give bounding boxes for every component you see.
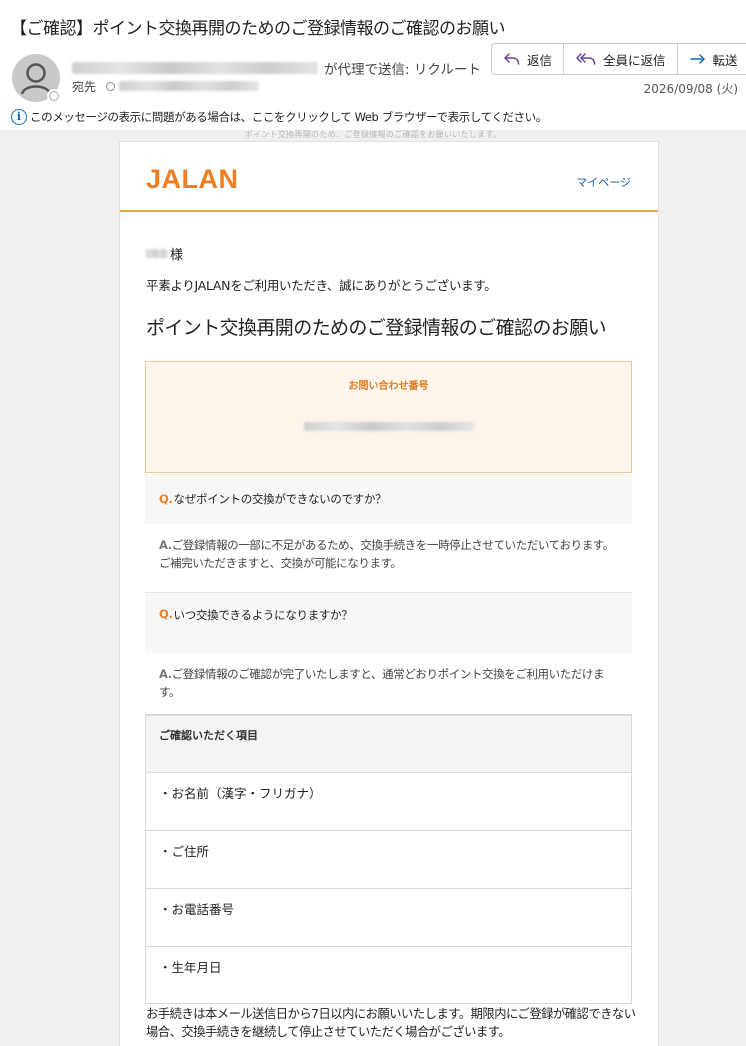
confirmation-item-row: ・お電話番号 xyxy=(146,889,631,947)
answer-mark-label: A. xyxy=(159,538,172,552)
reply-button[interactable]: 返信 xyxy=(492,44,565,74)
inquiry-number-label: お問い合わせ番号 xyxy=(348,381,429,392)
faq-item: Q. なぜポイントの交換ができないのですか？ A.ご登録情報の一部に不足があるた… xyxy=(145,474,632,592)
page-title: ポイント交換再開のためのご登録情報のご確認のお願い xyxy=(146,317,607,339)
reply-label: 返信 xyxy=(527,52,553,68)
faq-question-text: いつ交換できるようになりますか？ xyxy=(173,608,353,622)
recipient-status-icon xyxy=(106,81,116,91)
confirmation-item-row: ・生年月日 xyxy=(159,960,222,975)
faq-question: Q. なぜポイントの交換ができないのですか？ xyxy=(145,474,632,524)
sender-line: が代理で送信: リクルート xyxy=(72,58,481,78)
faq-item: Q. いつ交換できるようになりますか？ A.ご登録情報のご確認が完了いたしますと… xyxy=(145,592,632,713)
faq-answer: A.ご登録情報のご確認が完了いたしますと、通常どおりポイント交換をご利用いただけ… xyxy=(145,653,632,713)
mypage-link[interactable]: マイページ xyxy=(576,174,631,190)
presence-status-icon xyxy=(47,89,61,103)
confirmation-items-table: ご確認いただく項目 ・お名前（漢字・フリガナ） ・ご住所 ・お電話番号 ・生年月… xyxy=(145,714,632,1004)
honorific: 様 xyxy=(170,248,184,263)
forward-button[interactable]: 転送 xyxy=(678,44,746,74)
email-date: 2026/09/08 (火) xyxy=(643,82,738,96)
faq-answer: A.ご登録情報の一部に不足があるため、交換手続きを一時停止させていただいておりま… xyxy=(145,524,632,592)
brand-header: JALAN マイページ xyxy=(120,142,658,212)
sender-on-behalf-text[interactable]: が代理で送信: リクルート xyxy=(324,58,481,78)
confirmation-item-row: ・お名前（漢字・フリガナ） xyxy=(146,773,631,831)
email-body-card: JALAN マイページ 様 平素よりJALANをご利用いただき、誠にありがとうご… xyxy=(119,141,659,1046)
to-label: 宛先 xyxy=(72,79,97,94)
thanks-text: 平素よりJALANをご利用いただき、誠にありがとうございます。 xyxy=(146,278,497,293)
question-mark-label: Q. xyxy=(159,607,173,621)
answer-mark-label: A. xyxy=(159,667,172,681)
info-notice-text[interactable]: このメッセージの表示に問題がある場合は、ここをクリックして Web ブラウザーで… xyxy=(30,109,547,125)
message-actions: 返信 全員に返信 転送 xyxy=(491,43,746,75)
reply-all-icon xyxy=(576,53,596,65)
info-notice-bar[interactable]: i このメッセージの表示に問題がある場合は、ここをクリックして Web ブラウザ… xyxy=(11,108,547,125)
question-mark-label: Q. xyxy=(159,492,173,506)
confirmation-item-row: ・ご住所 xyxy=(146,831,631,889)
reply-all-button[interactable]: 全員に返信 xyxy=(564,44,678,74)
reply-all-label: 全員に返信 xyxy=(603,52,666,68)
greeting: 様 xyxy=(146,244,183,263)
recipient-line: 宛先 xyxy=(72,78,260,94)
faq-question-text: なぜポイントの交換ができないのですか？ xyxy=(173,492,387,506)
email-header: 【ご確認】ポイント交換再開のためのご登録情報のご確認のお願い が代理で送信: リ… xyxy=(0,0,746,130)
jalan-logo[interactable]: JALAN xyxy=(146,164,239,195)
redacted-recipient-address[interactable] xyxy=(119,81,260,91)
deadline-notice: お手続きは本メール送信日から7日以内にお願いいたします。期限内にご登録が確認でき… xyxy=(146,1007,636,1039)
faq-answer-text: ご登録情報のご確認が完了いたしますと、通常どおりポイント交換をご利用いただけます… xyxy=(159,667,605,699)
redacted-customer-name xyxy=(146,249,168,258)
reply-icon xyxy=(504,53,520,65)
confirmation-items-header: ご確認いただく項目 xyxy=(146,716,631,773)
preheader-text: ポイント交換再開のため、ご登録情報のご確認をお願いいたします。 xyxy=(244,130,502,139)
email-subject: 【ご確認】ポイント交換再開のためのご登録情報のご確認のお願い xyxy=(10,19,506,39)
info-icon: i xyxy=(11,108,27,125)
faq-question: Q. いつ交換できるようになりますか？ xyxy=(145,593,632,653)
redacted-sender-address xyxy=(72,62,318,74)
redacted-inquiry-number xyxy=(304,422,474,431)
faq-answer-text: ご登録情報の一部に不足があるため、交換手続きを一時停止させていただいております。… xyxy=(159,538,614,570)
inquiry-number-box: お問い合わせ番号 xyxy=(145,361,632,473)
forward-label: 転送 xyxy=(712,52,738,68)
forward-icon xyxy=(689,54,705,64)
